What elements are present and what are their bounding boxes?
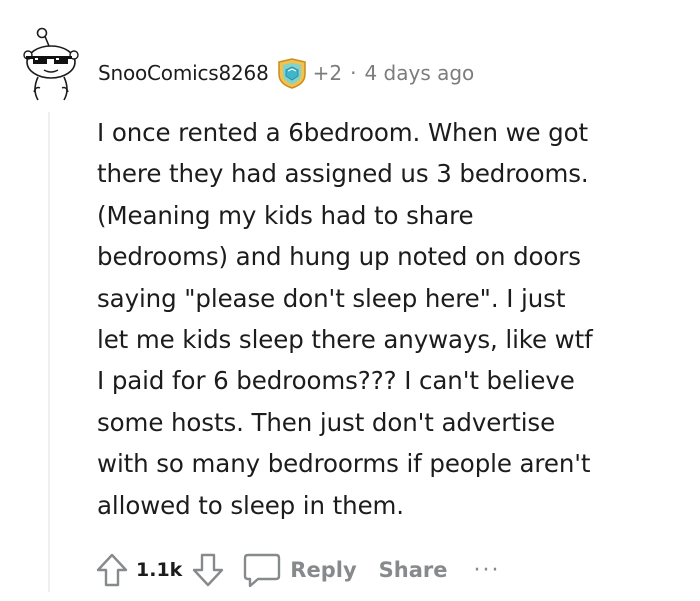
reply-button[interactable]: Reply — [242, 550, 357, 590]
comment-meta: SnooComics8268 +2 · 4 days ago — [98, 56, 474, 90]
score: 1.1k — [136, 559, 183, 581]
thread-line[interactable] — [48, 112, 50, 592]
karma-delta: +2 — [312, 61, 343, 85]
avatar[interactable] — [18, 26, 80, 102]
award-icon[interactable] — [275, 56, 309, 90]
share-label: Share — [378, 558, 448, 582]
downvote-button[interactable] — [188, 550, 228, 590]
reply-label: Reply — [290, 558, 357, 582]
timestamp[interactable]: 4 days ago — [364, 61, 474, 85]
comment-body: I once rented a 6bedroom. When we got th… — [97, 118, 593, 520]
downvote-arrow-icon — [193, 553, 224, 587]
speech-bubble-icon — [244, 553, 281, 588]
comment-actions: 1.1k Reply Share ··· — [92, 546, 500, 594]
share-button[interactable]: Share — [379, 558, 448, 582]
username[interactable]: SnooComics8268 — [98, 61, 269, 85]
upvote-button[interactable] — [92, 550, 132, 590]
upvote-arrow-icon — [96, 553, 128, 587]
comment: SnooComics8268 +2 · 4 days ago I once re… — [0, 0, 700, 601]
meta-separator: · — [350, 61, 357, 85]
more-options-button[interactable]: ··· — [474, 558, 501, 583]
